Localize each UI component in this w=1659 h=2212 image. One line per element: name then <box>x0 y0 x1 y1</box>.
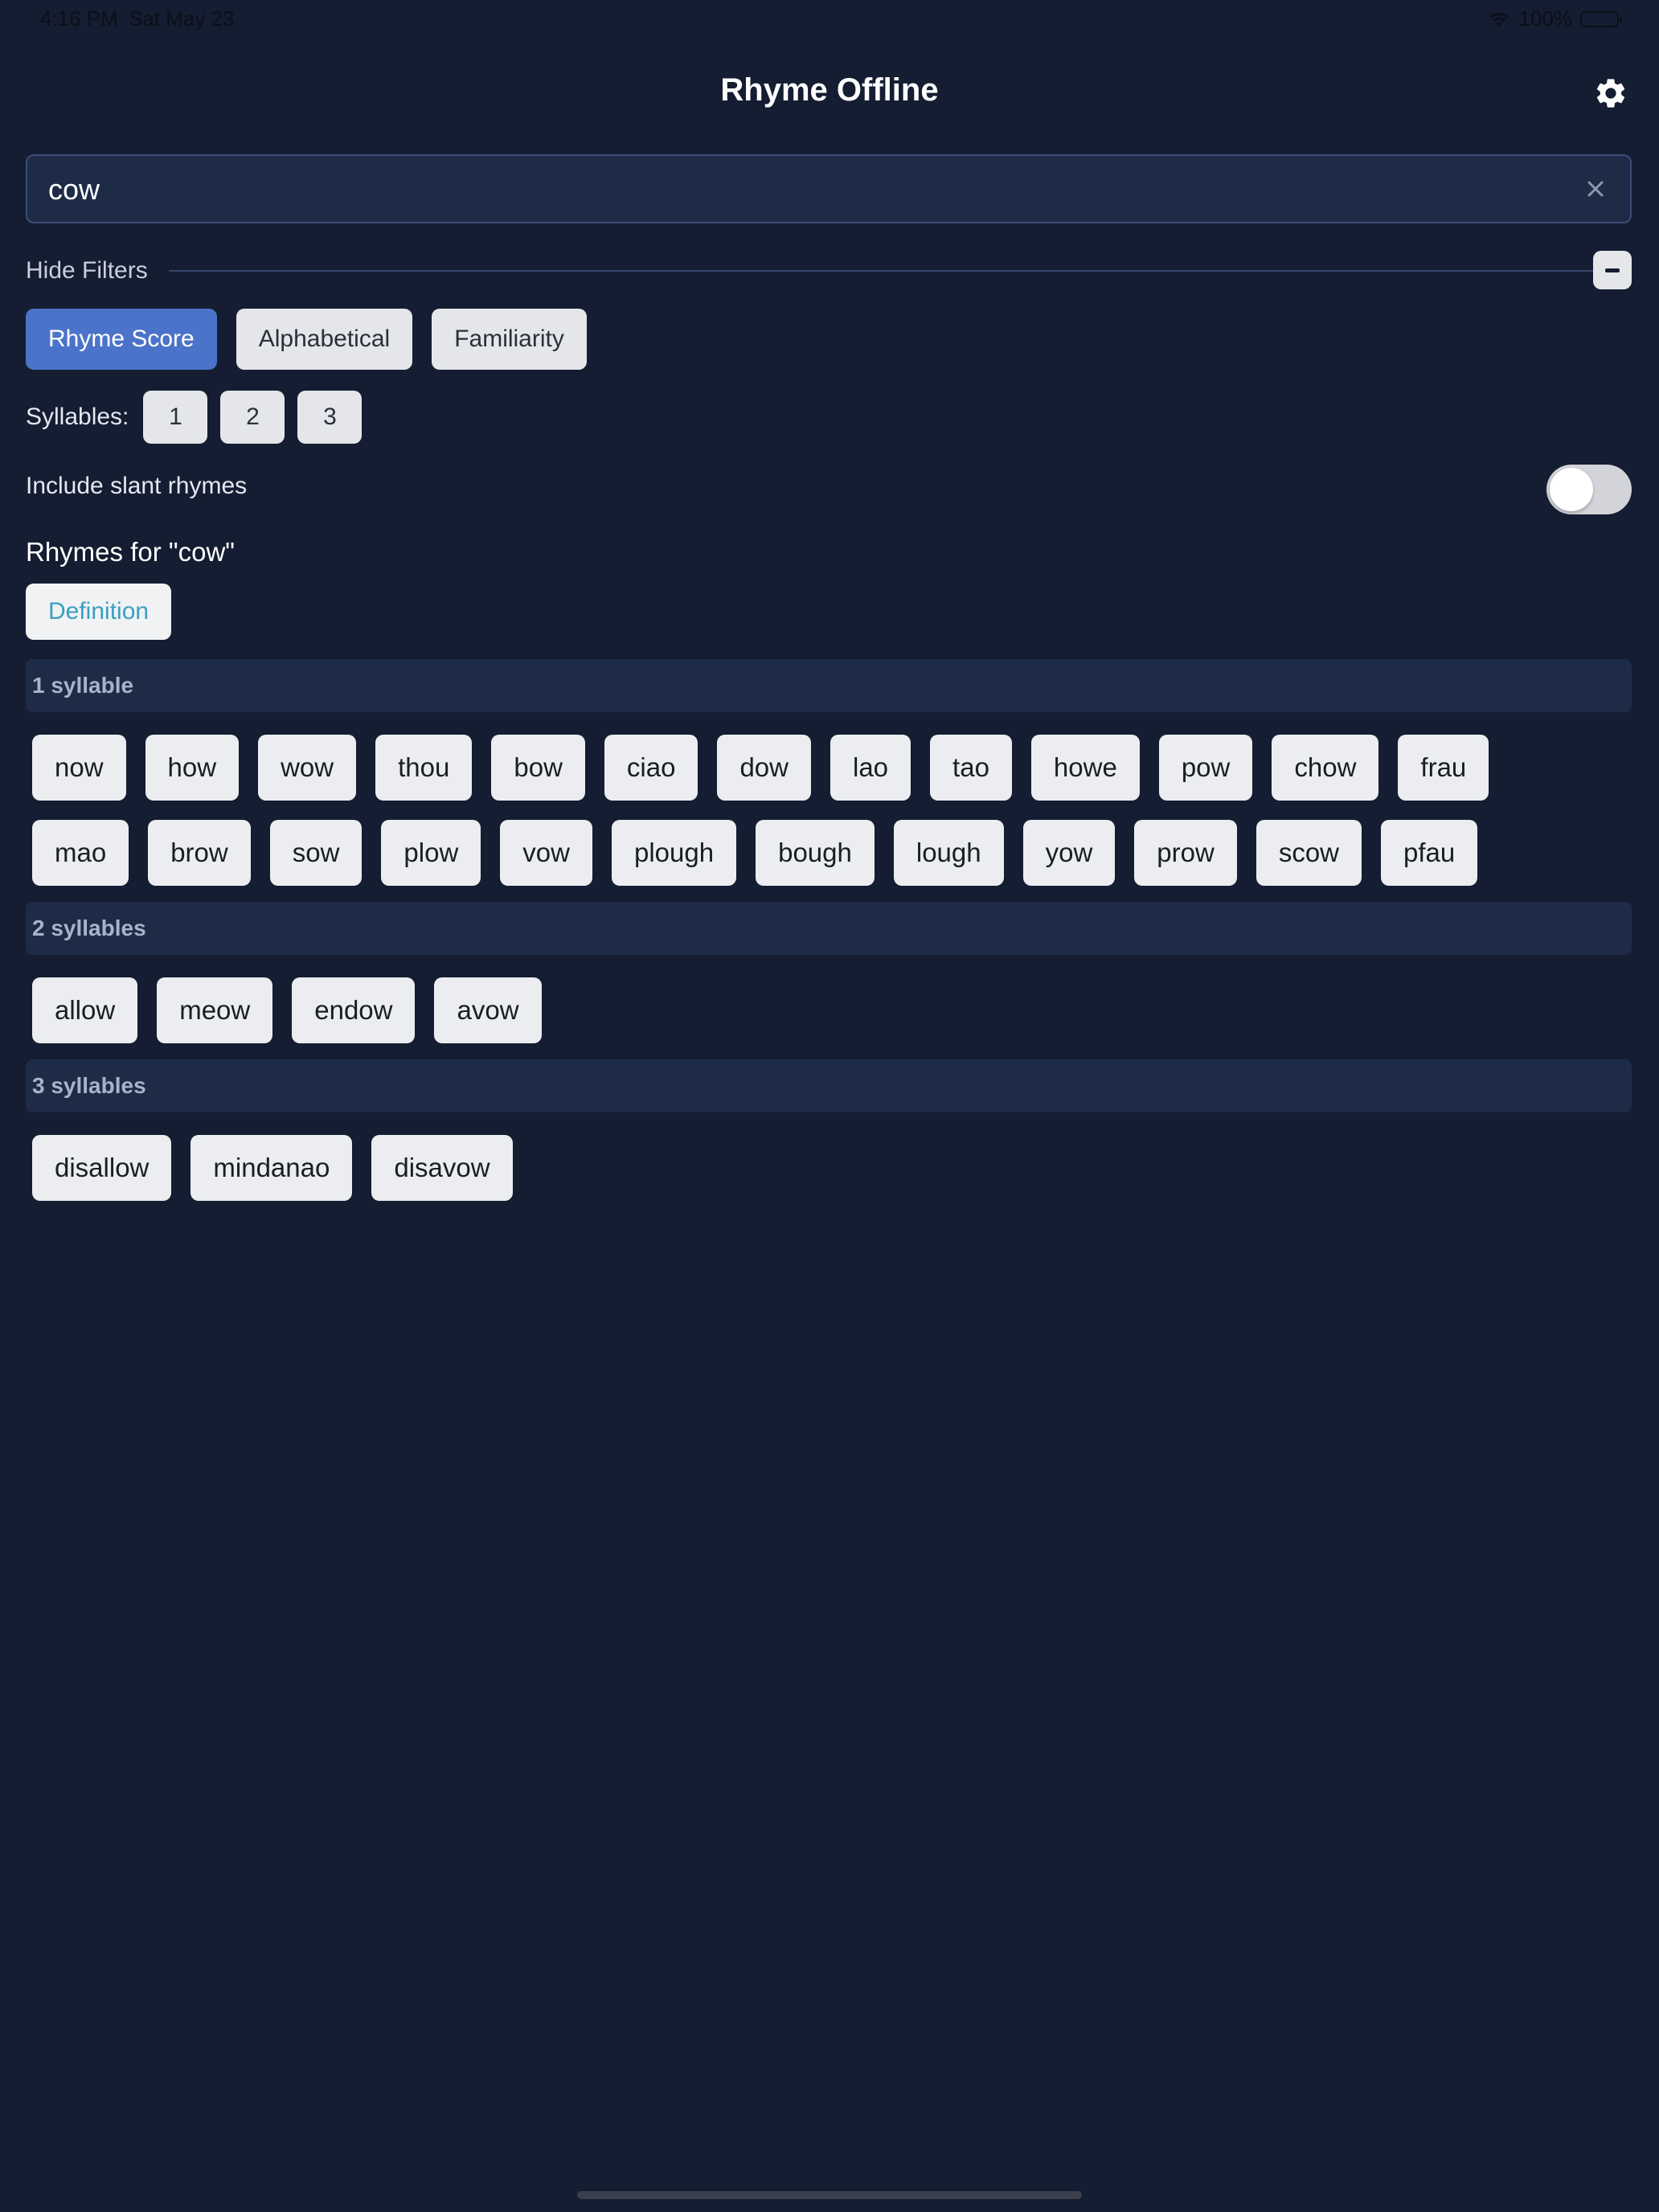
rhyme-word-chip[interactable]: allow <box>32 977 138 1043</box>
section-header: 3 syllables <box>26 1059 1632 1112</box>
word-row: mao brow sow plow vow plough bough lough yow prow… <box>32 820 1478 886</box>
clear-search-button[interactable] <box>1580 174 1611 204</box>
rhyme-word-chip[interactable]: dow <box>717 735 811 801</box>
word-row: disallow mindanao disavow <box>32 1135 513 1201</box>
rhyme-word-chip[interactable]: now <box>32 735 126 801</box>
rhyme-word-chip[interactable]: meow <box>157 977 273 1043</box>
status-date: Sat May 23 <box>129 6 235 31</box>
rhyme-word-chip[interactable]: disavow <box>371 1135 513 1201</box>
syllable-1-button[interactable]: 1 <box>143 391 208 444</box>
sort-alphabetical-button[interactable]: Alphabetical <box>236 309 413 370</box>
rhyme-word-chip[interactable]: disallow <box>32 1135 172 1201</box>
status-bar: 4:16 PM Sat May 23 100% <box>0 0 1659 39</box>
rhyme-word-chip[interactable]: mao <box>32 820 129 886</box>
rhyme-word-chip[interactable]: pfau <box>1381 820 1478 886</box>
word-row: allow meow endow avow <box>32 977 542 1043</box>
rhyme-word-chip[interactable]: ciao <box>604 735 698 801</box>
syllable-2-button[interactable]: 2 <box>220 391 285 444</box>
page-title: Rhyme Offline <box>720 72 939 108</box>
section-header: 2 syllables <box>26 902 1632 955</box>
status-time: 4:16 PM <box>40 6 118 31</box>
search-box <box>26 154 1632 223</box>
collapse-filters-button[interactable] <box>1593 251 1632 289</box>
battery-percent: 100% <box>1518 6 1573 31</box>
rhyme-word-chip[interactable]: avow <box>434 977 542 1043</box>
slant-rhymes-row: Include slant rhymes <box>26 465 1632 516</box>
filters-toggle-row: Hide Filters <box>26 251 1632 289</box>
rhyme-word-chip[interactable]: plow <box>381 820 481 886</box>
word-row: now how wow thou bow ciao dow lao tao howe pow chow… <box>32 735 1489 801</box>
rhyme-word-chip[interactable]: sow <box>269 820 363 886</box>
rhyme-word-chip[interactable]: pow <box>1158 735 1253 801</box>
rhyme-word-chip[interactable]: wow <box>258 735 357 801</box>
minus-icon <box>1605 268 1620 272</box>
search-input[interactable] <box>47 156 1561 223</box>
rhyme-word-chip[interactable]: bow <box>491 735 585 801</box>
syllable-3-button[interactable]: 3 <box>297 391 363 444</box>
sort-rhyme-score-button[interactable]: Rhyme Score <box>26 309 217 370</box>
hide-filters-label[interactable]: Hide Filters <box>26 257 148 285</box>
syllable-filter: Syllables: 123 <box>26 391 375 444</box>
status-indicators: 100% <box>1487 6 1622 31</box>
results-title: Rhymes for "cow" <box>26 537 235 567</box>
battery-icon <box>1580 10 1622 27</box>
rhyme-app-screen: 4:16 PM Sat May 23 100% Rhyme Offline Hi… <box>0 0 1659 2212</box>
sort-options: Rhyme Score Alphabetical Familiarity <box>26 309 587 370</box>
close-icon <box>1587 181 1604 197</box>
rhyme-word-chip[interactable]: thou <box>375 735 473 801</box>
rhyme-word-chip[interactable]: vow <box>500 820 592 886</box>
rhyme-word-chip[interactable]: mindanao <box>190 1135 353 1201</box>
rhyme-word-chip[interactable]: lough <box>893 820 1004 886</box>
settings-button[interactable] <box>1590 72 1632 114</box>
rhyme-word-chip[interactable]: brow <box>148 820 251 886</box>
rhyme-word-chip[interactable]: scow <box>1256 820 1362 886</box>
slant-rhymes-label: Include slant rhymes <box>26 473 248 499</box>
rhyme-word-chip[interactable]: bough <box>756 820 875 886</box>
rhyme-word-chip[interactable]: tao <box>930 735 1012 801</box>
wifi-icon <box>1489 12 1509 27</box>
rhyme-word-chip[interactable]: chow <box>1272 735 1379 801</box>
rhyme-word-chip[interactable]: plough <box>611 820 737 886</box>
sort-familiarity-button[interactable]: Familiarity <box>432 309 587 370</box>
toggle-knob <box>1550 468 1593 511</box>
rhyme-word-chip[interactable]: frau <box>1398 735 1489 801</box>
divider <box>169 270 1595 272</box>
syllables-label: Syllables: <box>26 403 129 430</box>
home-indicator[interactable] <box>577 2191 1082 2199</box>
rhyme-word-chip[interactable]: howe <box>1030 735 1140 801</box>
rhyme-word-chip[interactable]: how <box>145 735 240 801</box>
rhyme-word-chip[interactable]: yow <box>1022 820 1116 886</box>
gear-icon <box>1596 79 1625 108</box>
slant-rhymes-toggle[interactable] <box>1546 465 1632 514</box>
definition-button[interactable]: Definition <box>26 584 172 640</box>
section-header: 1 syllable <box>26 659 1632 712</box>
rhyme-word-chip[interactable]: prow <box>1134 820 1237 886</box>
rhyme-word-chip[interactable]: lao <box>830 735 911 801</box>
rhyme-word-chip[interactable]: endow <box>292 977 416 1043</box>
